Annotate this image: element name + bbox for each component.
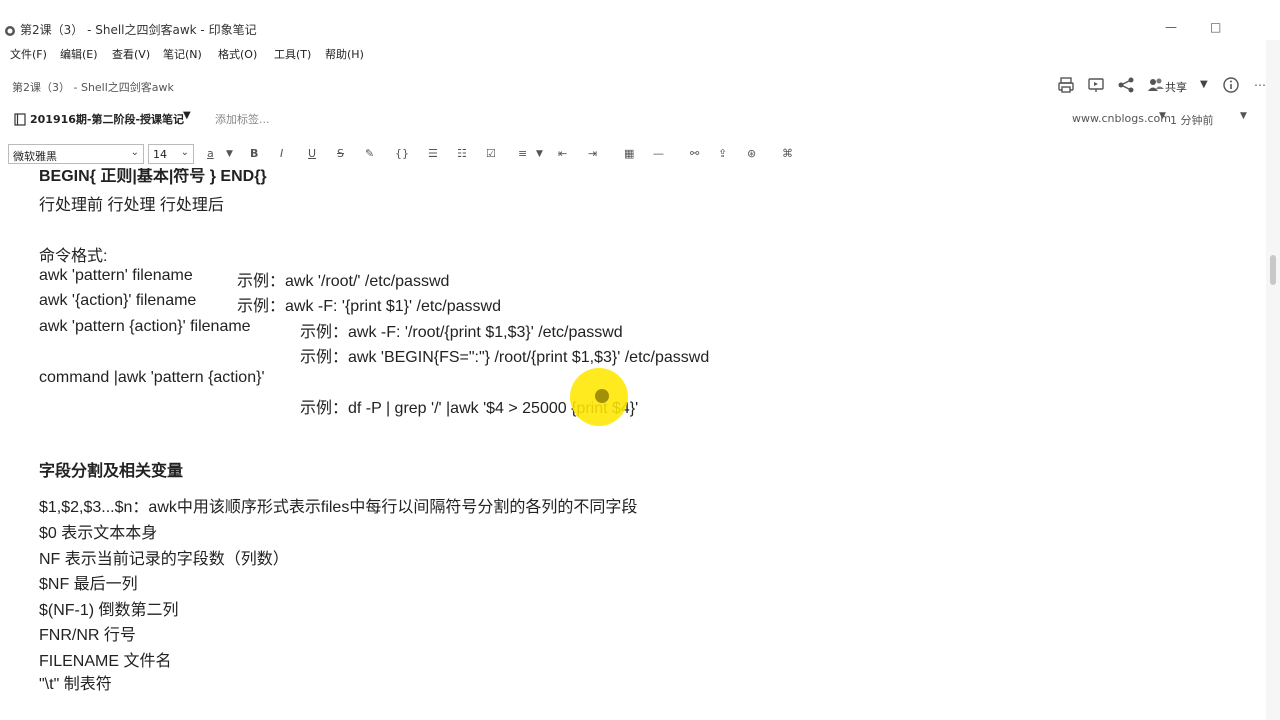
begin-end-line: BEGIN{ 正则|基本|符号 } END{}: [39, 168, 267, 185]
numbered-list-icon[interactable]: ☷: [457, 148, 467, 160]
font-color-icon[interactable]: a: [207, 148, 214, 160]
text-line: $1,$2,$3...$n：awk中用该顺序形式表示files中每行以间隔符号分…: [39, 499, 638, 516]
text-line: 行处理前 行处理 行处理后: [39, 197, 224, 214]
text-line: "\t" 制表符: [39, 676, 112, 693]
text-line: $0 表示文本本身: [39, 525, 158, 542]
scrollbar-thumb[interactable]: [1270, 255, 1276, 285]
info-icon[interactable]: [1222, 76, 1240, 94]
example-line: 示例：awk '/root/' /etc/passwd: [237, 273, 450, 290]
chevron-down-icon: ⌄: [180, 147, 189, 158]
example-line: 示例：awk -F: '/root/{print $1,$3}' /etc/pa…: [300, 324, 623, 341]
mouse-cursor-icon: [595, 389, 609, 403]
font-color-dropdown-icon[interactable]: ▼: [226, 148, 233, 160]
example-line: 示例：awk -F: '{print $1}' /etc/passwd: [237, 298, 501, 315]
encrypt-icon[interactable]: ⊛: [747, 148, 756, 160]
source-url-link[interactable]: www.cnblogs.com: [1072, 112, 1171, 125]
menu-bar: 文件(F) 编辑(E) 查看(V) 笔记(N) 格式(O) 工具(T) 帮助(H…: [0, 42, 1280, 62]
highlight-icon[interactable]: ✎: [365, 148, 374, 160]
notebook-dropdown-icon[interactable]: ▼: [183, 110, 191, 121]
source-dropdown-icon[interactable]: ▼: [1159, 111, 1166, 121]
upload-icon[interactable]: ⇪: [718, 148, 727, 160]
divider-icon[interactable]: —: [653, 148, 664, 160]
code-icon[interactable]: {}: [395, 148, 409, 160]
share-network-icon[interactable]: [1117, 76, 1135, 94]
notebook-selector[interactable]: 201916期-第二阶段-授课笔记: [30, 111, 184, 127]
font-size-value: 14: [153, 148, 167, 161]
link-icon[interactable]: ⚯: [690, 148, 699, 160]
menu-view[interactable]: 查看(V): [112, 46, 150, 62]
text-line: command |awk 'pattern {action}': [39, 369, 265, 386]
window-title: 第2课（3） - Shell之四剑客awk - 印象笔记: [20, 23, 257, 37]
add-tag-input[interactable]: 添加标签...: [215, 111, 270, 127]
chevron-down-icon: ⌄: [130, 147, 139, 158]
scrollbar[interactable]: [1266, 40, 1280, 720]
align-dropdown-icon[interactable]: ▼: [536, 148, 543, 160]
text-line: $(NF-1) 倒数第二列: [39, 602, 179, 619]
section-heading: 字段分割及相关变量: [39, 463, 184, 480]
menu-help[interactable]: 帮助(H): [325, 46, 364, 62]
text-line: $NF 最后一列: [39, 576, 138, 593]
table-icon[interactable]: ▦: [624, 148, 634, 160]
strikethrough-icon[interactable]: S: [337, 148, 344, 160]
print-icon[interactable]: [1057, 76, 1075, 94]
more-icon[interactable]: ⌘: [782, 148, 793, 160]
menu-tools[interactable]: 工具(T): [274, 46, 311, 62]
minimize-button[interactable]: —: [1165, 20, 1177, 34]
menu-edit[interactable]: 编辑(E): [60, 46, 98, 62]
evernote-app-icon: [4, 22, 16, 36]
indent-icon[interactable]: ⇥: [588, 148, 597, 160]
share-dropdown-caret-icon[interactable]: ▼: [1200, 79, 1208, 90]
text-line: awk 'pattern {action}' filename: [39, 318, 251, 335]
text-line: 命令格式:: [39, 248, 108, 265]
text-line: FILENAME 文件名: [39, 653, 172, 670]
align-icon[interactable]: ≡: [518, 148, 527, 160]
text-line: awk '{action}' filename: [39, 292, 197, 309]
note-breadcrumb: 第2课（3） - Shell之四剑客awk: [12, 81, 174, 94]
text-line: FNR/NR 行号: [39, 627, 136, 644]
checkbox-icon[interactable]: ☑: [486, 148, 496, 160]
bullet-list-icon[interactable]: ☰: [428, 148, 438, 160]
people-icon[interactable]: [1147, 76, 1165, 94]
font-family-value: 微软雅黑: [13, 150, 57, 163]
present-icon[interactable]: [1087, 76, 1105, 94]
text-line: NF 表示当前记录的字段数（列数）: [39, 551, 289, 568]
menu-file[interactable]: 文件(F): [10, 46, 47, 62]
font-family-select[interactable]: 微软雅黑 ⌄: [8, 144, 144, 164]
note-editor[interactable]: BEGIN{ 正则|基本|符号 } END{} 行处理前 行处理 行处理后 命令…: [0, 168, 1266, 720]
underline-icon[interactable]: U: [308, 148, 316, 160]
updated-time: 1 分钟前: [1170, 114, 1214, 127]
more-options-icon[interactable]: ⋯: [1254, 78, 1266, 92]
font-size-select[interactable]: 14 ⌄: [148, 144, 194, 164]
italic-icon[interactable]: I: [280, 148, 283, 160]
outdent-icon[interactable]: ⇤: [558, 148, 567, 160]
updated-dropdown-icon[interactable]: ▼: [1240, 111, 1247, 121]
text-line: awk 'pattern' filename: [39, 267, 193, 284]
example-line: 示例：awk 'BEGIN{FS=":"} /root/{print $1,$3…: [300, 349, 710, 366]
share-button[interactable]: 共享: [1165, 79, 1187, 95]
bold-icon[interactable]: B: [250, 148, 258, 160]
menu-format[interactable]: 格式(O): [218, 46, 257, 62]
menu-note[interactable]: 笔记(N): [163, 46, 202, 62]
maximize-button[interactable]: □: [1210, 20, 1221, 34]
notebook-icon: [14, 111, 26, 126]
